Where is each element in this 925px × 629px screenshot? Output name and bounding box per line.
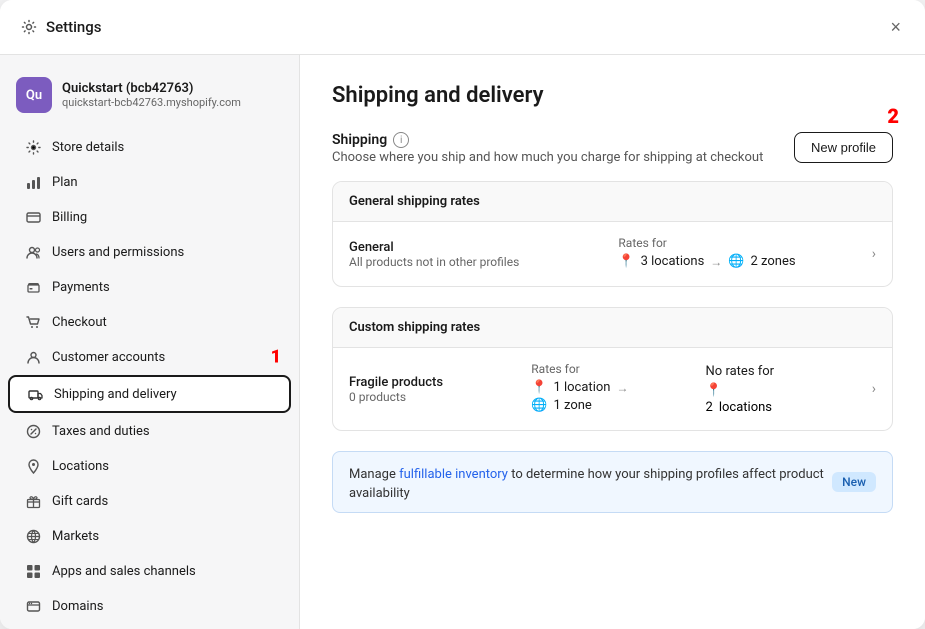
general-rates-label: Rates for <box>618 236 871 250</box>
main-content: Shipping and delivery Shipping i Choose … <box>300 55 925 629</box>
sidebar-item-apps[interactable]: Apps and sales channels <box>8 554 291 588</box>
settings-modal: Settings × Qu Quickstart (bcb42763) quic… <box>0 0 925 629</box>
inventory-text-before: Manage <box>349 467 399 482</box>
sidebar-item-locations[interactable]: Locations <box>8 449 291 483</box>
general-shipping-card: General shipping rates General All produ… <box>332 181 893 287</box>
custom-shipping-card: Custom shipping rates Fragile products 0… <box>332 307 893 431</box>
new-profile-button[interactable]: New profile <box>794 132 893 163</box>
new-badge: New <box>832 472 876 492</box>
no-rates-count: 2 <box>706 400 713 415</box>
arrow-right-icon: → <box>710 255 722 269</box>
store-url: quickstart-bcb42763.myshopify.com <box>62 96 241 109</box>
sidebar-item-billing[interactable]: Billing <box>8 200 291 234</box>
sidebar-item-checkout[interactable]: Checkout <box>8 305 291 339</box>
location-icon <box>24 457 42 475</box>
no-rates-title: No rates for <box>706 364 872 379</box>
sidebar-item-payments[interactable]: Payments <box>8 270 291 304</box>
chevron-right2-icon: › <box>872 381 876 397</box>
no-rates-locations: locations <box>719 400 772 415</box>
gift-icon <box>24 492 42 510</box>
sidebar-item-customer-accounts[interactable]: Customer accounts 1 <box>8 340 291 374</box>
sidebar-label-billing: Billing <box>52 210 87 225</box>
modal-title: Settings <box>46 18 102 36</box>
sidebar-label-plan: Plan <box>52 175 78 190</box>
badge-2: 2 <box>887 104 899 128</box>
general-locations: 3 locations <box>641 254 705 269</box>
billing-icon <box>24 208 42 226</box>
sidebar-label-customer-accounts: Customer accounts <box>52 350 165 365</box>
sidebar-item-shipping[interactable]: Shipping and delivery <box>8 375 291 413</box>
sidebar-label-payments: Payments <box>52 280 110 295</box>
truck-icon <box>26 385 44 403</box>
sidebar-item-plan[interactable]: Plan <box>8 165 291 199</box>
store-avatar: Qu <box>16 77 52 113</box>
globe-icon <box>24 527 42 545</box>
sidebar-label-users: Users and permissions <box>52 245 184 260</box>
shipping-section-title: Shipping <box>332 132 387 148</box>
location-pin-icon: 📍 <box>618 254 634 269</box>
sidebar-label-markets: Markets <box>52 529 99 544</box>
domain-icon <box>24 597 42 615</box>
sidebar-label-shipping: Shipping and delivery <box>54 387 177 402</box>
general-card-title: General shipping rates <box>333 182 892 222</box>
modal-body: Qu Quickstart (bcb42763) quickstart-bcb4… <box>0 55 925 629</box>
general-product-sub: All products not in other profiles <box>349 255 602 269</box>
sidebar-label-domains: Domains <box>52 599 103 614</box>
gear-icon <box>24 138 42 156</box>
loc-pin2-icon: 📍 <box>706 383 722 398</box>
fragile-rates-label: Rates for <box>531 362 697 376</box>
apps-icon <box>24 562 42 580</box>
cart-icon <box>24 313 42 331</box>
loc-pin-icon: 📍 <box>531 380 547 395</box>
sidebar-item-markets[interactable]: Markets <box>8 519 291 553</box>
sidebar-item-store-details[interactable]: Store details <box>8 130 291 164</box>
person-icon <box>24 348 42 366</box>
fulfillable-inventory-link[interactable]: fulfillable inventory <box>399 467 508 482</box>
sidebar-label-taxes: Taxes and duties <box>52 424 150 439</box>
general-product-name: General <box>349 240 602 255</box>
sidebar-item-users[interactable]: Users and permissions <box>8 235 291 269</box>
info-icon[interactable]: i <box>393 132 409 148</box>
settings-icon <box>20 18 38 36</box>
fragile-location: 1 location <box>553 380 610 395</box>
store-name: Quickstart (bcb42763) <box>62 81 241 96</box>
sidebar-label-locations: Locations <box>52 459 109 474</box>
sidebar-label-gift-cards: Gift cards <box>52 494 108 509</box>
header-left: Settings <box>20 18 102 36</box>
sidebar-item-gift-cards[interactable]: Gift cards <box>8 484 291 518</box>
shipping-section-subtitle: Choose where you ship and how much you c… <box>332 150 763 165</box>
page-title: Shipping and delivery <box>332 83 893 108</box>
globe-small-icon: 🌐 <box>728 254 744 269</box>
general-zones: 2 zones <box>750 254 795 269</box>
chart-icon <box>24 173 42 191</box>
general-shipping-row[interactable]: General All products not in other profil… <box>333 222 892 286</box>
users-icon <box>24 243 42 261</box>
sidebar-item-taxes[interactable]: Taxes and duties <box>8 414 291 448</box>
globe-small2-icon: 🌐 <box>531 398 547 413</box>
sidebar-label-apps: Apps and sales channels <box>52 564 196 579</box>
payments-icon <box>24 278 42 296</box>
shipping-section-header: Shipping i Choose where you ship and how… <box>332 132 893 165</box>
fragile-name: Fragile products <box>349 375 515 390</box>
badge-1: 1 <box>271 347 281 368</box>
sidebar: Qu Quickstart (bcb42763) quickstart-bcb4… <box>0 55 300 629</box>
custom-card-title: Custom shipping rates <box>333 308 892 348</box>
tax-icon <box>24 422 42 440</box>
fragile-zone: 1 zone <box>553 398 591 413</box>
fragile-sub: 0 products <box>349 390 515 404</box>
chevron-right-icon: › <box>872 246 876 262</box>
sidebar-item-domains[interactable]: Domains <box>8 589 291 623</box>
inventory-bar: Manage fulfillable inventory to determin… <box>332 451 893 513</box>
fragile-row[interactable]: Fragile products 0 products Rates for 📍 … <box>333 348 892 430</box>
close-button[interactable]: × <box>886 14 905 40</box>
store-info[interactable]: Qu Quickstart (bcb42763) quickstart-bcb4… <box>0 71 299 129</box>
modal-header: Settings × <box>0 0 925 55</box>
sidebar-label-checkout: Checkout <box>52 315 107 330</box>
arrow-right2-icon: → <box>616 381 628 395</box>
sidebar-item-customer-events[interactable]: Customer events <box>8 624 291 629</box>
sidebar-label-store-details: Store details <box>52 140 124 155</box>
